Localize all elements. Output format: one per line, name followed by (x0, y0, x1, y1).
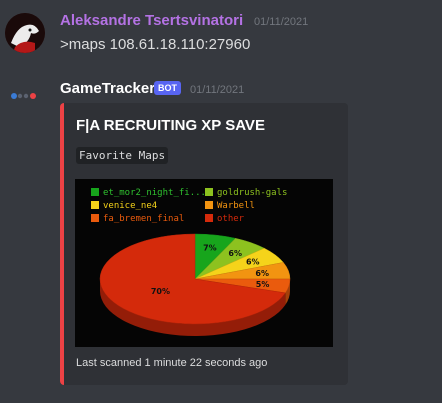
bot-message-timestamp: 01/11/2021 (190, 84, 245, 96)
user-message-text: >maps 108.61.18.110:27960 (60, 36, 251, 53)
legend-label-0: et_mor2_night_fi... (103, 188, 206, 198)
legend-label-3: Warbell (217, 201, 255, 211)
legend-label-4: fa_bremen_final (103, 214, 184, 224)
embed-accent-bar (60, 103, 64, 385)
bot-name[interactable]: GameTracker (60, 80, 155, 97)
legend-swatch-5 (205, 214, 213, 222)
pie-label-3: 6% (255, 269, 269, 278)
pie-label-4: 5% (256, 280, 270, 289)
pie-chart-svg: et_mor2_night_fi... goldrush-gals venice_n… (91, 188, 291, 336)
pie-label-5: 70% (151, 287, 170, 296)
user-avatar[interactable] (5, 13, 45, 53)
user-message-timestamp: 01/11/2021 (254, 16, 309, 28)
legend-label-1: goldrush-gals (217, 188, 287, 198)
pie-label-0: 7% (203, 243, 217, 252)
bot-badge: BOT (154, 81, 181, 95)
legend-label-5: other (217, 214, 245, 224)
embed-footer: Last scanned 1 minute 22 seconds ago (76, 357, 268, 369)
bot-avatar[interactable] (5, 77, 45, 117)
legend-swatch-0 (91, 188, 99, 196)
legend-swatch-1 (205, 188, 213, 196)
legend-swatch-2 (91, 201, 99, 209)
embed-code-label: Favorite Maps (76, 147, 169, 164)
gamepad-icon (11, 93, 36, 99)
legend-swatch-4 (91, 214, 99, 222)
embed: F|A RECRUITING XP SAVE Favorite Maps et_… (60, 103, 348, 385)
embed-title: F|A RECRUITING XP SAVE (76, 117, 265, 134)
pie-label-1: 6% (228, 249, 242, 258)
legend-label-2: venice_ne4 (103, 201, 157, 211)
pie-label-2: 6% (246, 258, 260, 267)
legend-swatch-3 (205, 201, 213, 209)
user-name[interactable]: Aleksandre Tsertsvinatori (60, 12, 243, 29)
pie-chart: et_mor2_night_fi... goldrush-gals venice_n… (75, 179, 333, 347)
